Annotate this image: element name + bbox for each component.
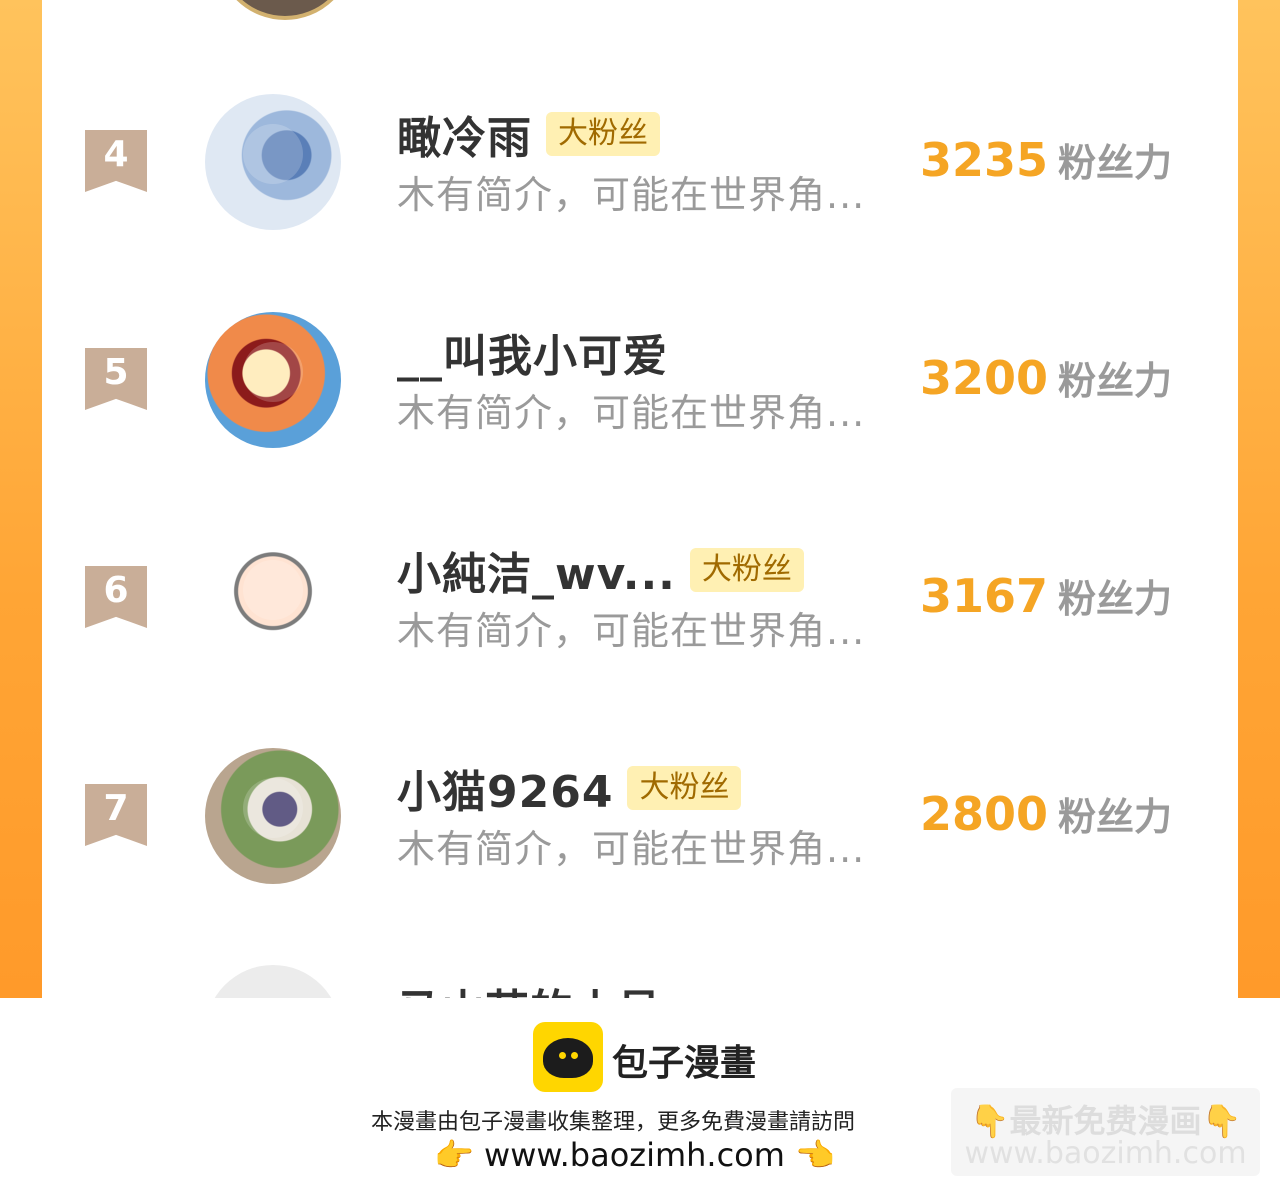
- rank-badge: 7: [85, 784, 147, 846]
- leaderboard-row[interactable]: 5 __叫我小可爱 木有简介，可能在世界角... 3200 粉丝力: [42, 310, 1238, 450]
- baozi-logo-icon: [533, 1022, 603, 1092]
- score-value: 2800: [919, 787, 1048, 841]
- site-url-line[interactable]: 👉 www.baozimh.com 👈: [434, 1136, 835, 1174]
- leaderboard-row[interactable]: 4 瞰冷雨 大粉丝 木有简介，可能在世界角... 3235 粉丝力: [42, 92, 1238, 232]
- score-unit: 粉丝力: [1057, 141, 1172, 185]
- rank-badge: 5: [85, 348, 147, 410]
- score-value: 3200: [919, 351, 1048, 405]
- user-name[interactable]: 小純洁_wv...: [397, 538, 676, 602]
- score-unit: 粉丝力: [1057, 577, 1172, 621]
- left-border: [0, 0, 42, 998]
- fan-score: 3200 粉丝力: [920, 350, 1172, 405]
- avatar[interactable]: [205, 312, 341, 448]
- rank-badge: 6: [85, 566, 147, 628]
- avatar[interactable]: [205, 748, 341, 884]
- site-footer: 包子漫畫 本漫畫由包子漫畫收集整理，更多免費漫畫請訪問 👉 www.baozim…: [0, 998, 1280, 1199]
- score-unit: 粉丝力: [1057, 795, 1172, 839]
- leaderboard-panel: 4 瞰冷雨 大粉丝 木有简介，可能在世界角... 3235 粉丝力 5 __叫我小…: [42, 0, 1238, 998]
- leaderboard-row[interactable]: 6 小純洁_wv... 大粉丝 木有简介，可能在世界角... 3167 粉丝力: [42, 528, 1238, 668]
- fan-score: 3167 粉丝力: [920, 568, 1172, 623]
- user-bio: 木有简介，可能在世界角...: [397, 827, 866, 871]
- watermark: 👇最新免费漫画👇 www.baozimh.com: [951, 1088, 1260, 1176]
- user-bio: 木有简介，可能在世界角...: [397, 391, 866, 435]
- avatar-partial-top: [216, 0, 354, 20]
- fan-badge: 大粉丝: [546, 112, 660, 156]
- user-name[interactable]: 小猫9264: [397, 756, 613, 820]
- fan-score: 3235 粉丝力: [920, 132, 1172, 187]
- score-value: 3235: [919, 133, 1048, 187]
- right-border: [1238, 0, 1280, 998]
- rank-badge: 4: [85, 130, 147, 192]
- pointing-right-icon: 👉: [434, 1136, 474, 1174]
- avatar[interactable]: [205, 530, 341, 666]
- score-value: 3167: [919, 569, 1048, 623]
- user-name-partial: 马山芸的小号: [397, 975, 661, 998]
- user-name[interactable]: 瞰冷雨: [397, 102, 532, 166]
- watermark-url: www.baozimh.com: [964, 1136, 1247, 1171]
- pointing-left-icon: 👈: [795, 1136, 835, 1174]
- fan-score: 2800 粉丝力: [920, 786, 1172, 841]
- user-bio: 木有简介，可能在世界角...: [397, 173, 866, 217]
- leaderboard-row[interactable]: 7 小猫9264 大粉丝 木有简介，可能在世界角... 2800 粉丝力: [42, 746, 1238, 886]
- site-url-link[interactable]: www.baozimh.com: [484, 1136, 785, 1174]
- avatar[interactable]: [205, 94, 341, 230]
- fan-badge: 大粉丝: [689, 548, 804, 592]
- user-bio: 木有简介，可能在世界角...: [397, 609, 866, 653]
- avatar-partial-bottom: [205, 965, 341, 998]
- user-name[interactable]: __叫我小可爱: [397, 320, 668, 384]
- brand-name: 包子漫畫: [612, 1043, 757, 1084]
- score-unit: 粉丝力: [1057, 359, 1172, 403]
- fan-badge: 大粉丝: [627, 766, 742, 810]
